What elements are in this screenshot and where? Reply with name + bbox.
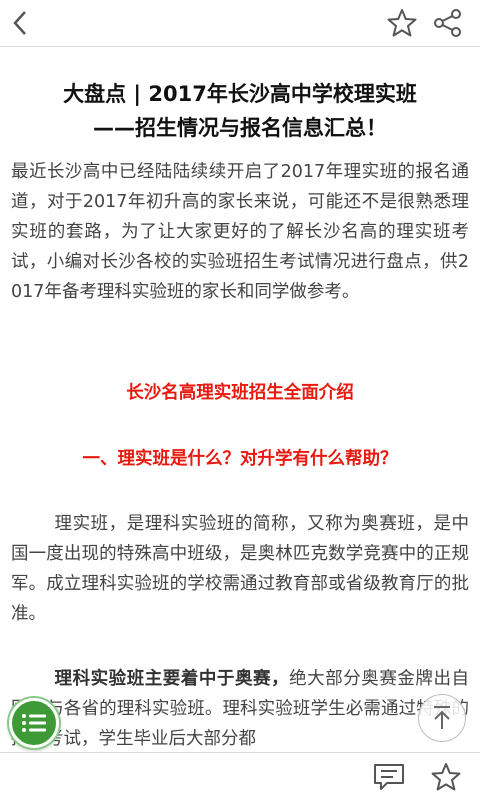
- article-title-line1: 大盘点 | 2017年长沙高中学校理实班: [63, 82, 417, 106]
- favorite-bottom-button[interactable]: [426, 753, 466, 801]
- star-outline-icon: [387, 9, 417, 37]
- comment-icon: [374, 764, 404, 790]
- article-title-line2: ——招生情况与报名信息汇总！: [93, 116, 387, 140]
- section-heading: 长沙名高理实班招生全面介绍: [126, 383, 354, 403]
- favorite-button[interactable]: [382, 0, 422, 46]
- star-outline-icon: [431, 763, 461, 791]
- bottom-action-bar: [0, 752, 480, 801]
- arrow-up-icon: [434, 706, 450, 729]
- definition-paragraph: 理实班，是理科实验班的简称，又称为奥赛班，是中国一度出现的特殊高中班级，是奥林匹…: [11, 509, 469, 629]
- comment-button[interactable]: [369, 753, 409, 801]
- share-icon: [434, 9, 461, 37]
- article-title: 大盘点 | 2017年长沙高中学校理实班 ——招生情况与报名信息汇总！: [0, 77, 480, 145]
- scroll-to-top-button[interactable]: [418, 694, 466, 742]
- article-content: 大盘点 | 2017年长沙高中学校理实班 ——招生情况与报名信息汇总！ 最近长沙…: [0, 47, 480, 751]
- intro-paragraph: 最近长沙高中已经陆陆续续开启了2017年理实班的报名通道，对于2017年初升高的…: [11, 162, 469, 302]
- definition-text: 理实班，是理科实验班的简称，又称为奥赛班，是中国一度出现的特殊高中班级，是奥林匹…: [11, 514, 469, 624]
- share-button[interactable]: [428, 0, 468, 46]
- top-navigation-bar: [0, 0, 480, 47]
- menu-floating-button[interactable]: [9, 698, 59, 748]
- chevron-left-icon: [13, 11, 26, 35]
- olympiad-paragraph: 理科实验班主要着中于奥赛，绝大部分奥赛金牌出自国家与各省的理科实验班。理科实验班…: [11, 664, 469, 751]
- olympiad-bold-text: 理科实验班主要着中于奥赛，: [54, 669, 290, 689]
- back-button[interactable]: [2, 0, 38, 46]
- list-menu-icon: [22, 714, 46, 732]
- question-heading: 一、理实班是什么？对升学有什么帮助？: [82, 449, 398, 469]
